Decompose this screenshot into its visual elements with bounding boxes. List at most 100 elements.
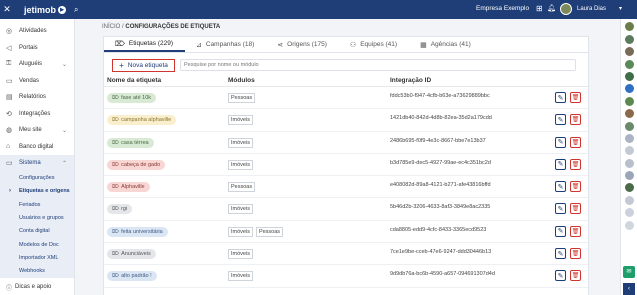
contact-avatar[interactable] xyxy=(624,71,634,81)
chevron-right-icon: › xyxy=(9,188,11,195)
contact-avatar[interactable] xyxy=(624,47,634,57)
sidebar-subitem-feriados[interactable]: Feriados xyxy=(0,198,74,212)
bell-icon[interactable]: 🔔︎ xyxy=(547,4,556,12)
delete-button[interactable]: 🗑︎ xyxy=(570,158,581,170)
sidebar-subitem-configuracoes[interactable]: Configurações xyxy=(0,171,74,185)
contact-avatar[interactable] xyxy=(624,109,634,119)
tab-agencias[interactable]: ▦ Agências (41) xyxy=(409,37,483,52)
tab-equipes[interactable]: ⚇ Equipes (41) xyxy=(339,37,409,52)
apps-grid-icon[interactable]: ⊞ xyxy=(536,4,543,13)
chevron-left-icon[interactable]: ‹ xyxy=(623,283,635,295)
delete-button[interactable]: 🗑︎ xyxy=(570,181,581,193)
delete-button[interactable]: 🗑︎ xyxy=(570,136,581,148)
search-input[interactable] xyxy=(180,59,576,71)
contact-avatar[interactable] xyxy=(624,96,634,106)
team-icon: ⚇ xyxy=(349,41,357,49)
tag-chip: ⌦ feita universitária xyxy=(107,226,168,237)
tab-etiquetas[interactable]: ⌦ Etiquetas (229) xyxy=(104,37,185,52)
sidebar-subitem-usuarios-e-grupos[interactable]: Usuários e grupos xyxy=(0,211,74,225)
sidebar-subitem-importador-xml[interactable]: Importador XML xyxy=(0,251,74,265)
sidebar-subitem-webhooks[interactable]: Webhooks xyxy=(0,264,74,278)
tag-chip: ⌦ alto padrão ! xyxy=(107,271,157,282)
check-icon: ◎ xyxy=(6,28,13,36)
tag-chip: ⌦ cabeça de gado xyxy=(107,159,166,170)
contact-avatar[interactable] xyxy=(624,34,634,44)
delete-button[interactable]: 🗑︎ xyxy=(570,114,581,126)
sidebar-item-banco-digital[interactable]: ⌂ Banco digital xyxy=(0,139,74,156)
edit-button[interactable]: ✎ xyxy=(555,203,566,215)
table-row: ⌦ Alphaville Pessoas e408082d-89a8-4121-b27… xyxy=(104,176,588,199)
edit-button[interactable]: ✎ xyxy=(555,158,566,170)
breadcrumb-home[interactable]: INÍCIO xyxy=(102,24,120,30)
tag-name: rgi xyxy=(121,206,128,213)
edit-button[interactable]: ✎ xyxy=(555,270,566,282)
edit-button[interactable]: ✎ xyxy=(555,248,566,260)
sidebar-item-label: Banco digital xyxy=(19,143,54,150)
sidebar-subitem-modelos-de-doc[interactable]: Modelos de Doc xyxy=(0,237,74,252)
sidebar-item-relatorios[interactable]: ▤ Relatórios xyxy=(0,89,74,106)
company-name[interactable]: Empresa Exemplo xyxy=(476,5,529,12)
contact-avatar[interactable] xyxy=(624,195,634,205)
app-logo[interactable]: jetimob ▶ xyxy=(24,5,67,15)
chat-icon[interactable]: ✉ xyxy=(623,266,635,278)
new-tag-button[interactable]: + Nova etiqueta xyxy=(112,59,175,72)
sidebar-item-integracoes[interactable]: ⟲ Integrações xyxy=(0,106,74,123)
user-avatar[interactable] xyxy=(560,3,572,15)
contact-avatar[interactable] xyxy=(624,121,634,131)
sidebar-item-alugueis[interactable]: ⚿ Aluguéis ⌄ xyxy=(0,56,74,73)
table-row: ⌦ casa térrea Imóveis 2486b695-f0f9-4e3c-86… xyxy=(104,132,588,154)
sidebar-subitem-conta-digital[interactable]: Conta digital xyxy=(0,224,74,238)
tag-chip: ⌦ Anunciáveis xyxy=(107,249,156,260)
user-name[interactable]: Laura Dias xyxy=(577,6,606,12)
edit-button[interactable]: ✎ xyxy=(555,181,566,193)
contact-avatar[interactable] xyxy=(624,84,634,94)
sidebar-item-atividades[interactable]: ◎ Atividades xyxy=(0,23,74,40)
column-header-integration-id: Integração ID xyxy=(390,77,432,84)
delete-button[interactable]: 🗑︎ xyxy=(570,92,581,103)
chevron-down-icon[interactable]: ▾ xyxy=(619,5,622,12)
delete-button[interactable]: 🗑︎ xyxy=(570,248,581,260)
tag-icon: ⌦ xyxy=(112,139,120,146)
contact-avatar[interactable] xyxy=(624,133,634,143)
contact-avatar[interactable] xyxy=(624,146,634,156)
tab-campanhas[interactable]: ⊿ Campanhas (18) xyxy=(185,37,266,52)
sidebar-item-dicas-e-apoio[interactable]: ⓘ Dicas e apoio xyxy=(0,279,75,295)
edit-button[interactable]: ✎ xyxy=(555,136,566,148)
chart-icon: ⊿ xyxy=(196,41,202,49)
edit-button[interactable]: ✎ xyxy=(555,114,566,126)
contact-avatar[interactable] xyxy=(624,183,634,193)
integration-id: e408082d-89a8-4121-b271-afe43816bffd xyxy=(390,182,491,189)
logo-mark-icon: ▶ xyxy=(58,5,67,14)
bank-icon: ⌂ xyxy=(6,143,11,151)
tag-icon: ⌦ xyxy=(112,273,120,280)
sidebar-item-sistema[interactable]: ▭ Sistema ⌃ xyxy=(0,155,74,172)
sidebar-item-vendas[interactable]: ▭ Vendas xyxy=(0,73,74,90)
contact-avatar[interactable] xyxy=(624,208,634,218)
tag-icon: ⌦ xyxy=(112,206,120,213)
delete-button[interactable]: 🗑︎ xyxy=(570,270,581,282)
delete-button[interactable]: 🗑︎ xyxy=(570,203,581,215)
sidebar-subitem-label: Importador XML xyxy=(19,254,59,261)
sidebar-item-meu-site[interactable]: ◍ Meu site ⌄ xyxy=(0,122,74,139)
contact-avatar[interactable] xyxy=(624,220,634,230)
tab-origens[interactable]: ⋖ Origens (175) xyxy=(266,37,339,52)
contact-avatar[interactable] xyxy=(624,22,634,32)
tab-label: Campanhas (18) xyxy=(205,41,255,48)
edit-button[interactable]: ✎ xyxy=(555,92,566,103)
trash-icon: 🗑︎ xyxy=(571,161,580,168)
contact-avatar[interactable] xyxy=(624,158,634,168)
pencil-icon: ✎ xyxy=(557,183,564,191)
tag-name: cabeça de gado xyxy=(121,161,161,168)
tab-label: Origens (175) xyxy=(287,41,327,48)
edit-button[interactable]: ✎ xyxy=(555,225,566,237)
tags-card: ⌦ Etiquetas (229) ⊿ Campanhas (18) ⋖ Ori… xyxy=(103,36,589,295)
contact-avatar[interactable] xyxy=(624,171,634,181)
contact-avatar[interactable] xyxy=(624,59,634,69)
delete-button[interactable]: 🗑︎ xyxy=(570,225,581,237)
search-icon[interactable]: ⌕ xyxy=(74,5,78,15)
key-icon: ⚿ xyxy=(6,60,12,68)
sidebar-item-label: Meu site xyxy=(19,127,42,134)
sidebar-subitem-etiquetas-e-origens[interactable]: › Etiquetas e origens xyxy=(0,184,74,199)
sidebar-item-portais[interactable]: ◁ Portais xyxy=(0,40,74,57)
close-icon[interactable]: ✕ xyxy=(0,4,14,15)
